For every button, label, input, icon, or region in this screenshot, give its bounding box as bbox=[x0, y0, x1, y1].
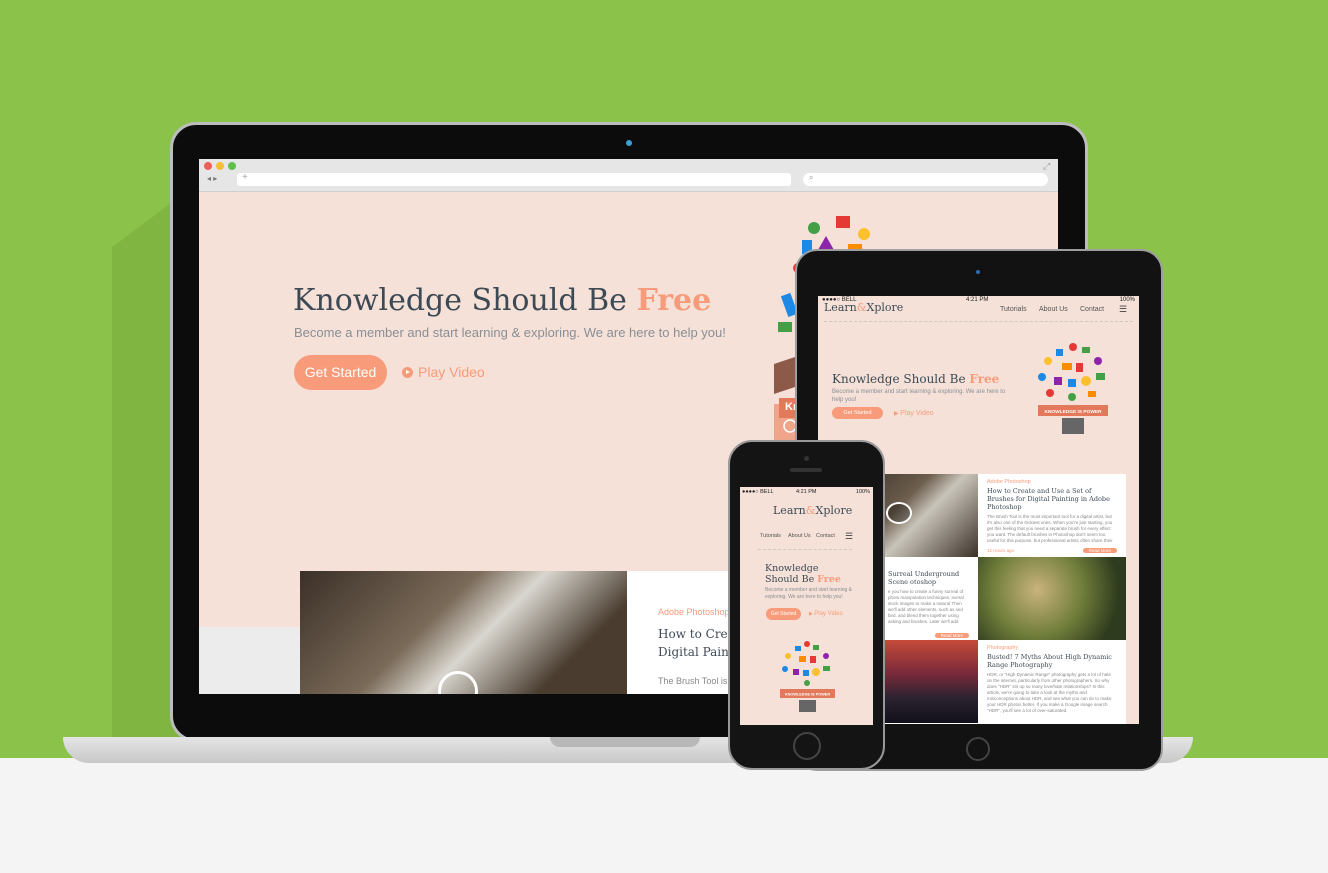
phone-divider bbox=[758, 549, 852, 550]
floor bbox=[0, 758, 1328, 873]
laptop-notch bbox=[550, 737, 700, 747]
browser-chrome: ◂ ▸ + ⌕ ⤢ bbox=[199, 159, 1058, 192]
phone-bulb-badge: KNOWLEDGE IS POWER bbox=[785, 693, 830, 697]
phone-nav-tutorials[interactable]: Tutorials bbox=[760, 533, 781, 539]
phone-speaker bbox=[790, 468, 822, 472]
phone-home-button[interactable] bbox=[793, 732, 821, 760]
tablet-nav-contact[interactable]: Contact bbox=[1080, 306, 1104, 313]
article-excerpt: The Brush Tool is t bbox=[658, 676, 733, 686]
tablet-bulb-badge: KNOWLEDGE IS POWER bbox=[1044, 409, 1102, 415]
article-category[interactable]: Adobe Photoshop bbox=[658, 607, 730, 617]
phone-hero-title: Knowledge Should Be Free bbox=[765, 563, 841, 585]
article-3-card[interactable]: Photography Busted! 7 Myths About High D… bbox=[978, 640, 1126, 723]
tablet-logo[interactable]: Learn&Xplore bbox=[824, 301, 903, 314]
article-2-image[interactable] bbox=[978, 557, 1126, 640]
get-started-button[interactable]: Get Started bbox=[294, 355, 387, 390]
laptop-camera bbox=[626, 140, 632, 146]
tablet-hero-subtitle: Become a member and start learning & exp… bbox=[832, 389, 1006, 403]
phone-camera bbox=[804, 456, 809, 461]
hero-title-accent: Free bbox=[636, 283, 712, 318]
phone-bulb-illustration: KNOWLEDGE IS POWER bbox=[780, 641, 835, 712]
hero-title: Knowledge Should Be Free bbox=[293, 283, 712, 318]
play-video-link[interactable]: Play Video bbox=[402, 364, 485, 380]
phone-nav-contact[interactable]: Contact bbox=[816, 533, 835, 539]
close-dot-icon[interactable] bbox=[204, 162, 212, 170]
tablet-menu-icon[interactable]: ☰ bbox=[1119, 305, 1127, 314]
phone-menu-icon[interactable]: ☰ bbox=[845, 531, 853, 542]
tablet-home-button[interactable] bbox=[966, 737, 990, 761]
minimize-dot-icon[interactable] bbox=[216, 162, 224, 170]
article-title[interactable]: How to Crea Digital Paint bbox=[658, 625, 735, 661]
tablet-play-video-link[interactable]: ▶ Play Video bbox=[894, 410, 934, 417]
phone-nav-about[interactable]: About Us bbox=[788, 533, 811, 539]
fullscreen-icon[interactable]: ⤢ bbox=[1043, 161, 1050, 172]
phone-screen: ●●●●○ BELL 4:21 PM 100% Learn&Xplore Tut… bbox=[740, 487, 873, 725]
tablet-camera bbox=[976, 270, 980, 274]
tablet-hero-title: Knowledge Should Be Free bbox=[832, 372, 1000, 386]
tablet-get-started-button[interactable]: Get Started bbox=[832, 407, 883, 419]
back-forward-icon[interactable]: ◂ ▸ bbox=[207, 174, 217, 183]
maximize-dot-icon[interactable] bbox=[228, 162, 236, 170]
add-tab-icon[interactable]: + bbox=[242, 172, 248, 183]
phone-logo[interactable]: Learn&Xplore bbox=[773, 504, 852, 517]
article-photo[interactable] bbox=[300, 571, 627, 694]
tablet-bulb-illustration: KNOWLEDGE IS POWER bbox=[1038, 343, 1108, 434]
play-icon bbox=[402, 367, 413, 378]
article-1-card[interactable]: Adobe Photoshop How to Create and Use a … bbox=[978, 474, 1126, 557]
phone-get-started-button[interactable]: Get Started bbox=[766, 608, 801, 620]
play-video-icon[interactable] bbox=[886, 502, 912, 524]
paper-texture bbox=[199, 627, 300, 694]
play-video-icon[interactable] bbox=[438, 671, 478, 694]
tablet-divider bbox=[824, 321, 1133, 322]
search-icon: ⌕ bbox=[809, 173, 814, 182]
phone-hero-subtitle: Become a member and start learning & exp… bbox=[765, 587, 852, 600]
phone-play-video-link[interactable]: ▶ Play Video bbox=[809, 611, 843, 617]
browser-search-bar[interactable]: ⌕ bbox=[803, 173, 1048, 186]
tablet-nav-about[interactable]: About Us bbox=[1039, 306, 1068, 313]
address-bar[interactable]: + bbox=[237, 172, 791, 186]
hero-subtitle: Become a member and start learning & exp… bbox=[294, 325, 726, 340]
phone-status-bar: ●●●●○ BELL 4:21 PM 100% bbox=[742, 489, 870, 495]
tablet-nav-tutorials[interactable]: Tutorials bbox=[1000, 306, 1027, 313]
